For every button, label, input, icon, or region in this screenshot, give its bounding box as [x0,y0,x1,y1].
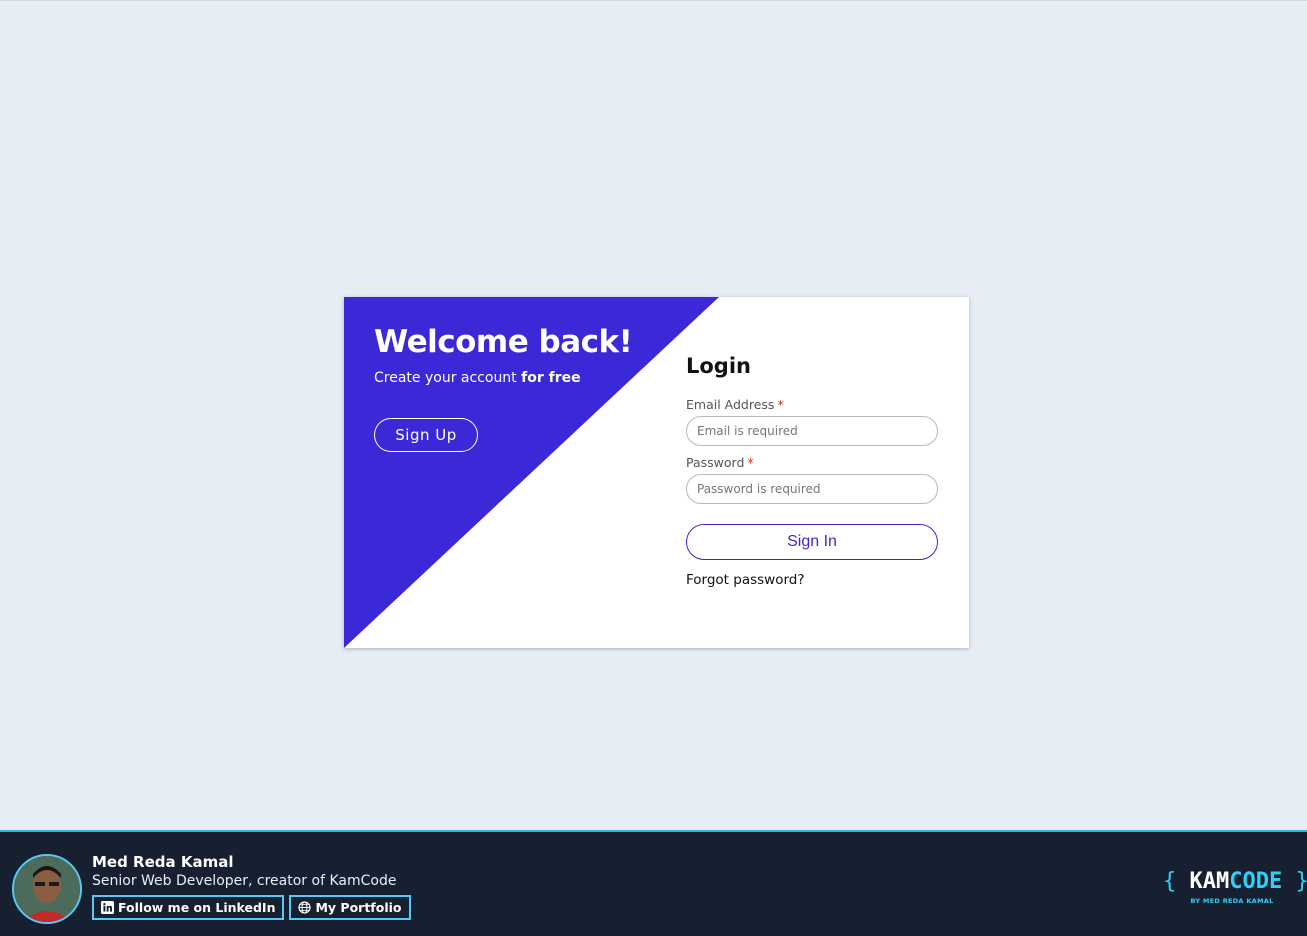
logo-close-brace: } [1295,869,1307,894]
welcome-subtitle: Create your account for free [374,369,632,387]
portfolio-button[interactable]: My Portfolio [289,895,411,920]
welcome-panel: Welcome back! Create your account for fr… [374,323,633,387]
kamcode-logo[interactable]: { KAMCODE } BY MED REDA KAMAL [1163,868,1307,905]
avatar-portrait-icon [14,856,80,922]
avatar [12,854,82,924]
author-role: Senior Web Developer, creator of KamCode [92,873,397,889]
sign-up-button[interactable]: Sign Up [374,418,478,452]
welcome-subtitle-text: Create your account [374,370,522,386]
forgot-password-link[interactable]: Forgot password? [686,571,939,589]
password-label-text: Password [686,455,745,470]
linkedin-icon [101,901,114,914]
author-info: Med Reda Kamal Senior Web Developer, cre… [92,852,411,920]
email-field[interactable] [686,416,938,446]
login-form: Login Email Address* Password* Sign In F… [686,353,939,589]
password-label: Password * [686,455,939,471]
email-label: Email Address * [686,397,939,413]
welcome-title: Welcome back! [374,324,633,360]
linkedin-label: Follow me on LinkedIn [118,900,276,915]
password-field[interactable] [686,474,938,504]
sign-in-button[interactable]: Sign In [686,524,938,560]
author-links: Follow me on LinkedIn My Portfolio [92,895,411,920]
linkedin-button[interactable]: Follow me on LinkedIn [92,895,285,920]
login-card: Welcome back! Create your account for fr… [344,297,969,648]
logo-kam: KAM [1189,869,1230,894]
login-title: Login [686,354,751,378]
logo-code: CODE [1229,869,1283,894]
footer-bar: Med Reda Kamal Senior Web Developer, cre… [0,830,1307,936]
kamcode-wordmark: { KAMCODE } [1163,868,1307,896]
logo-open-brace: { [1163,869,1177,894]
email-label-text: Email Address [686,397,775,412]
logo-byline: BY MED REDA KAMAL [1190,897,1274,905]
welcome-subtitle-emphasis: for free [521,370,581,386]
author-name: Med Reda Kamal [92,853,234,871]
password-required-marker: * [747,455,754,470]
email-required-marker: * [777,397,784,412]
globe-icon [298,901,312,914]
portfolio-label: My Portfolio [315,900,402,915]
